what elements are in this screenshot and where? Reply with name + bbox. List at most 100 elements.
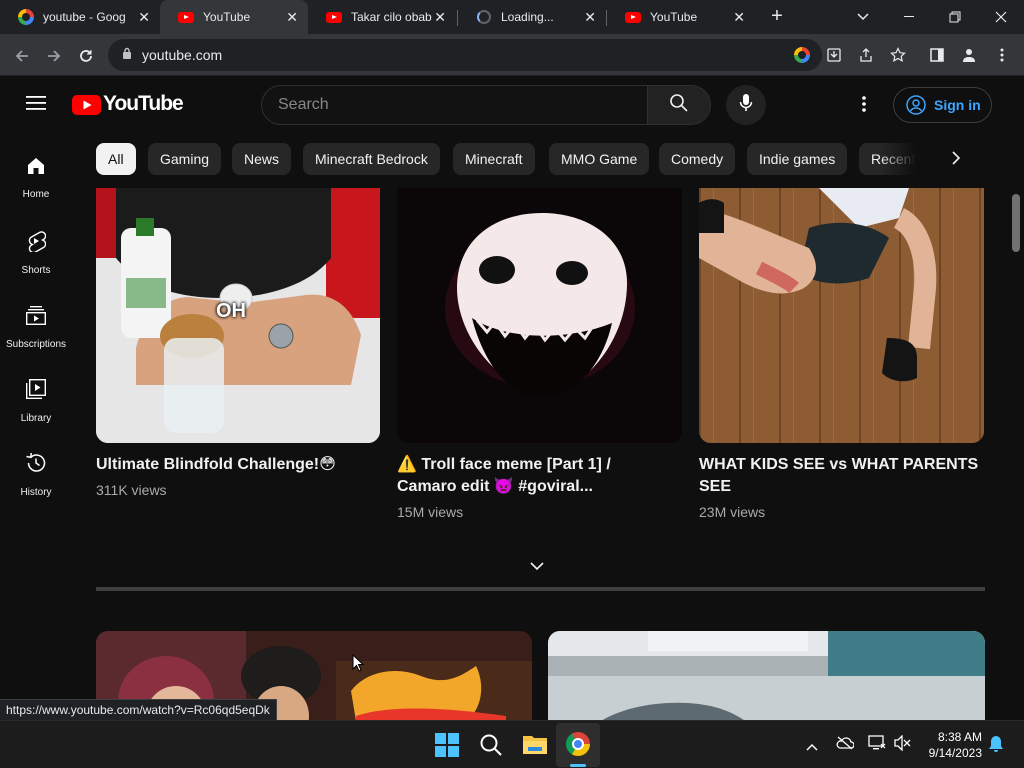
chip-gaming[interactable]: Gaming <box>148 143 222 175</box>
sidebar-label: Subscriptions <box>5 339 67 350</box>
close-tab-icon[interactable]: ✕ <box>733 9 745 25</box>
chip-mmo-game[interactable]: MMO Game <box>549 143 650 175</box>
category-chips-bar: All Gaming News Minecraft Bedrock Minecr… <box>96 143 924 177</box>
minimize-button[interactable] <box>886 0 932 34</box>
youtube-header: YouTube Search Sign in <box>0 77 1024 133</box>
chips-next-button[interactable] <box>938 142 974 178</box>
sidebar-label: Home <box>22 189 50 200</box>
chrome-taskbar-button[interactable] <box>556 723 600 767</box>
subscriptions-icon <box>25 304 47 331</box>
google-icon <box>18 9 34 25</box>
mouse-cursor-icon <box>352 653 365 677</box>
volume-muted-icon[interactable] <box>893 734 911 756</box>
account-circle-icon <box>906 95 926 115</box>
tab-loading[interactable]: Loading... ✕ <box>458 0 606 34</box>
show-more-chevron-icon[interactable] <box>530 558 550 572</box>
sidebar-item-history[interactable]: History <box>0 436 72 510</box>
sidebar-item-subscriptions[interactable]: Subscriptions <box>0 288 72 362</box>
tab-title: Loading... <box>501 10 554 24</box>
google-lens-icon[interactable] <box>792 45 812 65</box>
video-views: 15M views <box>397 504 464 520</box>
tab-youtube-active[interactable]: YouTube ✕ <box>160 0 308 34</box>
sidebar-item-shorts[interactable]: Shorts <box>0 214 72 288</box>
voice-search-button[interactable] <box>726 85 766 125</box>
new-tab-button[interactable]: + <box>766 6 788 28</box>
profile-icon[interactable] <box>959 45 979 65</box>
video-thumbnail-troll-face[interactable] <box>397 188 682 443</box>
video-thumbnail-kids-see[interactable] <box>699 188 984 443</box>
clock-time: 8:38 AM <box>937 730 982 744</box>
chip-comedy[interactable]: Comedy <box>659 143 736 175</box>
reload-button[interactable] <box>72 42 100 70</box>
search-input[interactable]: Search <box>261 85 648 125</box>
chip-indie-games[interactable]: Indie games <box>747 143 848 175</box>
video-title[interactable]: Ultimate Blindfold Challenge!😳 <box>96 454 386 476</box>
loading-icon <box>476 9 492 25</box>
chrome-menu-icon[interactable] <box>992 45 1012 65</box>
bookmark-star-icon[interactable] <box>888 45 908 65</box>
onedrive-cloud-icon[interactable] <box>836 736 855 755</box>
video-views: 311K views <box>96 482 167 498</box>
close-tab-icon[interactable]: ✕ <box>138 9 150 25</box>
chip-all[interactable]: All <box>96 143 136 175</box>
taskbar-search-icon[interactable] <box>479 733 503 762</box>
taskbar-clock[interactable]: 8:38 AM 9/14/2023 <box>918 729 982 761</box>
file-explorer-icon[interactable] <box>522 733 548 760</box>
hamburger-menu-icon[interactable] <box>26 95 46 116</box>
youtube-logo-icon[interactable] <box>72 95 101 120</box>
home-icon <box>26 156 46 181</box>
back-button[interactable] <box>8 42 36 70</box>
install-app-icon[interactable] <box>824 45 844 65</box>
browser-toolbar: youtube.com <box>0 34 1024 76</box>
network-icon[interactable] <box>868 735 886 756</box>
sign-in-button[interactable]: Sign in <box>893 87 992 123</box>
tab-title: youtube - Goog <box>43 10 126 24</box>
sidebar-label: Shorts <box>21 265 51 276</box>
page-scrollbar-thumb[interactable] <box>1012 194 1020 252</box>
chip-news[interactable]: News <box>232 143 292 175</box>
show-hidden-icons-chevron-icon[interactable] <box>806 738 818 756</box>
tab-google-search[interactable]: youtube - Goog ✕ <box>0 0 160 34</box>
tab-search-chevron-icon[interactable] <box>840 0 886 34</box>
forward-button[interactable] <box>40 42 68 70</box>
sidebar-label: History <box>20 487 52 498</box>
chip-minecraft-bedrock[interactable]: Minecraft Bedrock <box>303 143 440 175</box>
close-tab-icon[interactable]: ✕ <box>584 9 596 25</box>
sidebar-item-home[interactable]: Home <box>0 140 72 214</box>
lock-icon[interactable] <box>122 46 132 64</box>
tab-title: YouTube <box>650 10 698 24</box>
windows-taskbar: 8:38 AM 9/14/2023 <box>0 720 1024 768</box>
video-thumbnail-blindfold[interactable]: OH <box>96 188 380 443</box>
notification-bell-icon[interactable] <box>988 735 1004 758</box>
share-icon[interactable] <box>856 45 876 65</box>
sidebar-item-library[interactable]: Library <box>0 362 72 436</box>
side-panel-icon[interactable] <box>927 45 947 65</box>
youtube-logo-text[interactable]: YouTube <box>103 92 184 116</box>
history-icon <box>25 452 47 479</box>
microphone-icon <box>739 93 753 118</box>
video-title[interactable]: ⚠️ Troll face meme [Part 1] / Camaro edi… <box>397 454 687 498</box>
video-thumbnail-room[interactable] <box>548 631 985 720</box>
restore-button[interactable] <box>932 0 978 34</box>
close-tab-icon[interactable]: ✕ <box>286 9 298 25</box>
search-icon <box>669 93 689 118</box>
video-title[interactable]: WHAT KIDS SEE vs WHAT PARENTS SEE <box>699 454 989 498</box>
thumbnail-text: OH <box>216 300 246 322</box>
tab-takar-cilo[interactable]: Takar cilo obab ✕ <box>308 0 456 34</box>
chip-minecraft[interactable]: Minecraft <box>453 143 535 175</box>
link-status-bubble: https://www.youtube.com/watch?v=Rc06qd5e… <box>0 699 277 721</box>
close-window-button[interactable] <box>978 0 1024 34</box>
close-tab-icon[interactable]: ✕ <box>434 9 446 25</box>
search-button[interactable] <box>647 85 711 125</box>
chevron-right-icon <box>952 150 961 170</box>
address-bar[interactable]: youtube.com <box>108 39 822 71</box>
url-text: youtube.com <box>142 47 223 63</box>
video-grid: OH Ultimate Blindfold Challenge!😳 311K v… <box>72 188 1012 720</box>
windows-start-icon[interactable] <box>435 733 459 762</box>
settings-menu-icon[interactable] <box>862 95 866 118</box>
youtube-icon <box>625 9 641 25</box>
browser-tab-strip: youtube - Goog ✕ YouTube ✕ Takar cilo ob… <box>0 0 1024 34</box>
section-divider <box>96 587 985 591</box>
tab-youtube[interactable]: YouTube ✕ <box>607 0 755 34</box>
chrome-icon <box>566 732 590 756</box>
